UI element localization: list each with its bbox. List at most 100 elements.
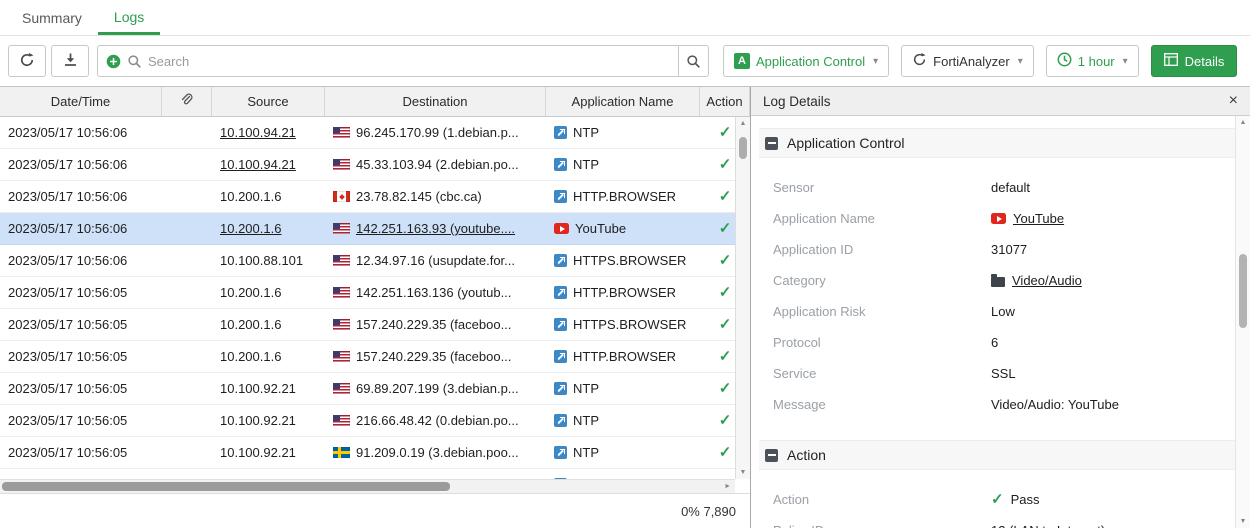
cell-action: ✓ — [700, 149, 735, 180]
cell-destination[interactable]: 69.89.207.199 (3.debian.p... — [325, 373, 546, 404]
cell-destination[interactable]: 45.33.103.94 (2.debian.po... — [325, 149, 546, 180]
cell-destination[interactable]: 216.66.48.42 (0.debian.po... — [325, 405, 546, 436]
log-row[interactable]: 2023/05/17 10:56:05 10.200.1.6 157.240.2… — [0, 341, 735, 373]
search-input[interactable] — [148, 54, 678, 69]
cell-application[interactable]: NTP — [546, 117, 700, 148]
log-row[interactable]: 2023/05/17 10:56:05 10.100.92.21 91.209.… — [0, 437, 735, 469]
section-action[interactable]: Action — [759, 440, 1235, 470]
cell-source[interactable]: 10.100.92.21 — [212, 405, 325, 436]
column-header-application[interactable]: Application Name — [546, 87, 700, 116]
scroll-up-icon[interactable]: ▲ — [1236, 119, 1250, 126]
cell-attachment — [162, 181, 212, 212]
cell-action: ✓ — [700, 437, 735, 468]
cell-application[interactable]: NTP — [546, 437, 700, 468]
cell-destination[interactable]: 91.209.0.19 (3.debian.poo... — [325, 437, 546, 468]
cell-source[interactable]: 10.100.94.21 — [212, 149, 325, 180]
vertical-scroll-thumb[interactable] — [739, 137, 747, 159]
collapse-icon[interactable] — [765, 449, 778, 462]
search-submit-button[interactable] — [678, 46, 708, 76]
cell-source[interactable]: 10.200.1.6 — [212, 277, 325, 308]
column-header-destination[interactable]: Destination — [325, 87, 546, 116]
log-row[interactable]: 2023/05/17 10:56:06 10.200.1.6 23.78.82.… — [0, 181, 735, 213]
cell-attachment — [162, 149, 212, 180]
details-scroll-thumb[interactable] — [1239, 254, 1247, 328]
tab-summary[interactable]: Summary — [6, 0, 98, 35]
application-icon — [554, 286, 567, 299]
details-button[interactable]: Details — [1151, 45, 1238, 77]
log-row[interactable]: 2023/05/17 10:56:06 10.100.94.21 45.33.1… — [0, 149, 735, 181]
cell-source[interactable]: 10.100.88.101 — [212, 245, 325, 276]
cell-destination[interactable]: 142.251.163.136 (youtub... — [325, 469, 546, 479]
cell-source[interactable]: 10.100.94.21 — [212, 117, 325, 148]
column-header-source[interactable]: Source — [212, 87, 325, 116]
cell-action: ✓ — [700, 245, 735, 276]
time-range-dropdown[interactable]: 1 hour ▾ — [1046, 45, 1139, 77]
cell-destination[interactable]: 157.240.229.35 (faceboo... — [325, 341, 546, 372]
cell-application[interactable]: NTP — [546, 149, 700, 180]
log-type-dropdown[interactable]: A Application Control ▾ — [723, 45, 889, 77]
cell-source[interactable]: 10.200.1.6 — [212, 213, 325, 244]
row-count-status: 0% 7,890 — [681, 504, 736, 519]
log-row[interactable]: 2023/05/17 10:56:06 10.100.88.101 12.34.… — [0, 245, 735, 277]
details-vertical-scrollbar[interactable]: ▲ ▼ — [1235, 116, 1250, 528]
cell-application[interactable]: NTP — [546, 373, 700, 404]
cell-destination[interactable]: 12.34.97.16 (usupdate.for... — [325, 245, 546, 276]
add-filter-icon[interactable] — [106, 54, 121, 69]
field-application-risk: Application Risk Low — [773, 296, 1235, 327]
column-header-attachment[interactable] — [162, 87, 212, 116]
field-message: Message Video/Audio: YouTube — [773, 389, 1235, 420]
download-button[interactable] — [51, 45, 89, 77]
cell-destination[interactable]: 157.240.229.35 (faceboo... — [325, 309, 546, 340]
cell-source[interactable]: 10.100.92.21 — [212, 437, 325, 468]
cell-application[interactable]: HTTPS.BROWSER — [546, 309, 700, 340]
column-header-datetime[interactable]: Date/Time — [0, 87, 162, 116]
close-icon[interactable]: × — [1229, 93, 1238, 109]
us-flag-icon — [333, 159, 350, 170]
scroll-up-icon[interactable]: ▲ — [736, 120, 750, 127]
log-row-selected[interactable]: 2023/05/17 10:56:06 10.200.1.6 142.251.1… — [0, 213, 735, 245]
log-type-label: Application Control — [756, 54, 865, 69]
scroll-right-icon[interactable]: ► — [724, 483, 731, 490]
cell-application[interactable]: HTTP.BROWSER — [546, 277, 700, 308]
cell-application[interactable]: HTTP.BROWSER — [546, 341, 700, 372]
cell-destination[interactable]: 23.78.82.145 (cbc.ca) — [325, 181, 546, 212]
collapse-icon[interactable] — [765, 137, 778, 150]
check-icon: ✓ — [719, 157, 732, 172]
us-flag-icon — [333, 223, 350, 234]
cell-source[interactable]: 10.200.1.6 — [212, 309, 325, 340]
check-icon: ✓ — [719, 413, 732, 428]
log-source-dropdown[interactable]: FortiAnalyzer ▾ — [901, 45, 1034, 77]
table-vertical-scrollbar[interactable]: ▲ ▼ — [735, 117, 750, 479]
log-row[interactable]: 2023/05/17 10:56:05 10.200.1.6 142.251.1… — [0, 469, 735, 479]
column-header-action[interactable]: Action — [700, 87, 750, 116]
log-row[interactable]: 2023/05/17 10:56:05 10.200.1.6 142.251.1… — [0, 277, 735, 309]
sweden-flag-icon — [333, 447, 350, 458]
cell-source[interactable]: 10.100.92.21 — [212, 373, 325, 404]
log-row[interactable]: 2023/05/17 10:56:05 10.200.1.6 157.240.2… — [0, 309, 735, 341]
cell-application[interactable]: HTTP.BROWSER — [546, 181, 700, 212]
cell-application[interactable]: NTP — [546, 405, 700, 436]
refresh-button[interactable] — [8, 45, 46, 77]
cell-datetime: 2023/05/17 10:56:06 — [0, 181, 162, 212]
cell-destination[interactable]: 142.251.163.136 (youtub... — [325, 277, 546, 308]
scroll-down-icon[interactable]: ▼ — [736, 469, 750, 476]
section-application-control[interactable]: Application Control — [759, 128, 1235, 158]
horizontal-scroll-thumb[interactable] — [2, 482, 450, 491]
cell-destination[interactable]: 142.251.163.93 (youtube.... — [325, 213, 546, 244]
tab-logs[interactable]: Logs — [98, 0, 160, 35]
section-title: Application Control — [787, 135, 905, 151]
us-flag-icon — [333, 383, 350, 394]
cell-application[interactable]: YouTube — [546, 213, 700, 244]
cell-application[interactable]: HTTPS.BROWSER — [546, 469, 700, 479]
cell-application[interactable]: HTTPS.BROWSER — [546, 245, 700, 276]
cell-source[interactable]: 10.200.1.6 — [212, 181, 325, 212]
log-row[interactable]: 2023/05/17 10:56:05 10.100.92.21 69.89.2… — [0, 373, 735, 405]
table-horizontal-scrollbar[interactable]: ► — [0, 479, 735, 493]
cell-source[interactable]: 10.200.1.6 — [212, 341, 325, 372]
field-action: Action ✓Pass — [773, 484, 1235, 515]
log-row[interactable]: 2023/05/17 10:56:05 10.100.92.21 216.66.… — [0, 405, 735, 437]
log-row[interactable]: 2023/05/17 10:56:06 10.100.94.21 96.245.… — [0, 117, 735, 149]
cell-source[interactable]: 10.200.1.6 — [212, 469, 325, 479]
cell-destination[interactable]: 96.245.170.99 (1.debian.p... — [325, 117, 546, 148]
scroll-down-icon[interactable]: ▼ — [1236, 518, 1250, 525]
